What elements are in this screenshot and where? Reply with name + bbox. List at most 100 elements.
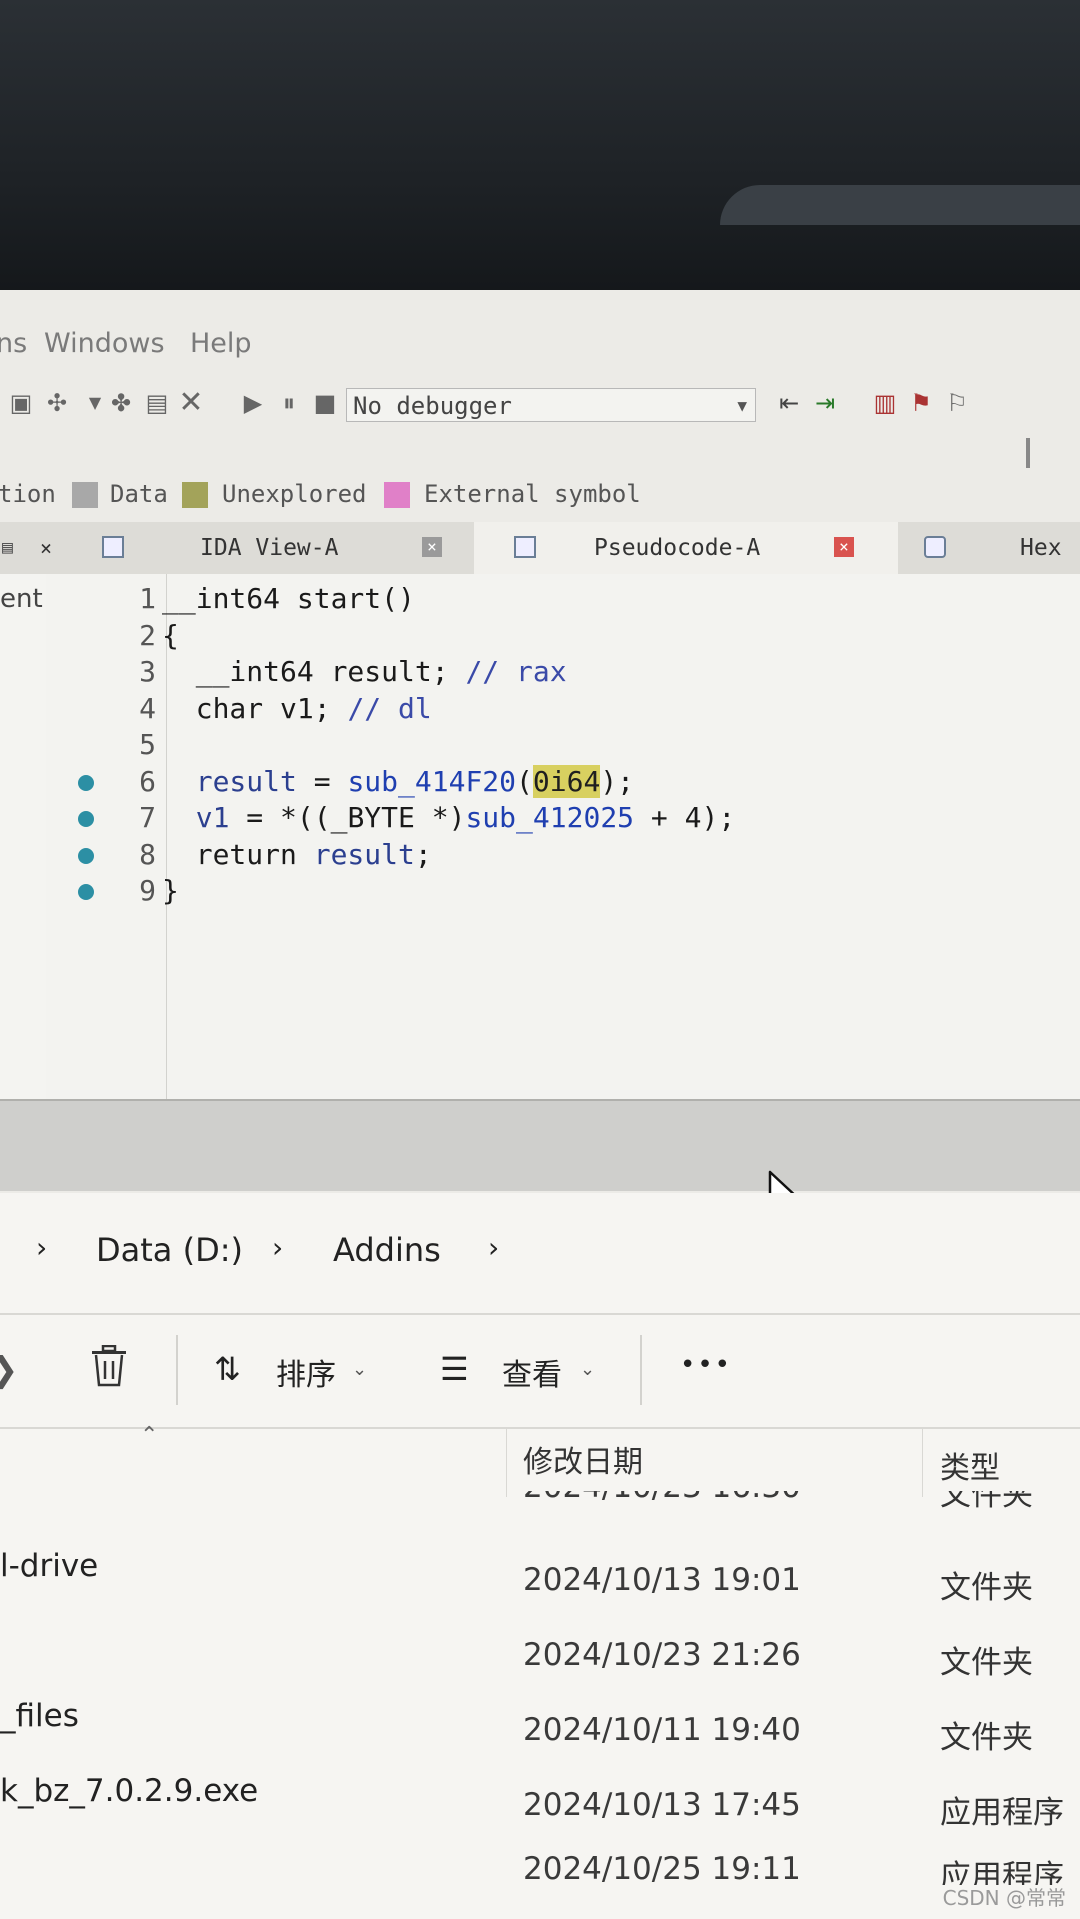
file-type: 文件夹 — [940, 1570, 1033, 1606]
tool-icon[interactable]: ✤ — [108, 390, 134, 416]
breakpoint-dot-icon[interactable] — [78, 847, 94, 864]
stop-icon[interactable]: ■ — [312, 390, 338, 416]
chevron-right-icon[interactable]: › — [36, 1231, 47, 1264]
file-name: l-drive — [0, 1548, 99, 1584]
monitor-bezel — [0, 0, 1080, 300]
tool-icon[interactable]: ⚑ — [908, 390, 934, 416]
file-row[interactable]: l-drive 2024/10/13 19:01 文件夹 — [0, 1546, 1080, 1620]
code-text[interactable]: result = sub_414F20(0i64); — [162, 764, 634, 798]
view-button-label[interactable]: 查看 — [502, 1350, 562, 1394]
modified-date: 2024/10/13 17:45 — [523, 1787, 801, 1823]
watermark: CSDN @常常 — [942, 1886, 1066, 1910]
file-type: 文件夹 — [940, 1720, 1033, 1756]
file-row[interactable]: _files 2024/10/11 19:40 文件夹 — [0, 1696, 1080, 1770]
sort-button-label[interactable]: 排序 — [276, 1350, 336, 1394]
code-token: = — [296, 764, 348, 798]
column-separator[interactable] — [922, 1427, 923, 1497]
code-line[interactable]: 9} — [46, 874, 1080, 910]
view-list-icon[interactable]: ☰ — [440, 1350, 469, 1388]
tool-icon[interactable]: ✣ — [44, 390, 70, 416]
code-text[interactable]: v1 = *((_BYTE *)sub_412025 + 4); — [162, 801, 735, 834]
pause-icon[interactable]: ⏸ — [276, 390, 302, 416]
line-number: 7 — [139, 801, 156, 834]
modified-date: 2024/10/23 16:30 — [523, 1491, 801, 1505]
functions-pane: ent — [0, 574, 48, 1099]
legend-label: tion — [0, 480, 56, 508]
file-row[interactable]: 2024/10/25 19:11 应用程序 — [0, 1845, 1080, 1885]
code-line[interactable]: 5 — [46, 728, 1080, 764]
breadcrumb-item-data-d[interactable]: Data (D:) — [96, 1231, 243, 1269]
code-text[interactable]: __int64 start() — [162, 582, 415, 615]
close-icon[interactable]: × — [422, 537, 442, 557]
bezel-ridge — [720, 185, 1080, 225]
chevron-down-icon[interactable]: ⌄ — [352, 1359, 367, 1380]
share-icon[interactable]: ❯ — [0, 1350, 19, 1390]
code-token: ; — [414, 837, 432, 871]
menu-item-help[interactable]: Help — [190, 328, 252, 359]
tool-icon[interactable]: ▥ — [872, 390, 898, 416]
column-header: ⌃ 修改日期 类型 — [0, 1423, 1080, 1497]
code-line[interactable]: 1 __int64 start() — [46, 582, 1080, 618]
legend-label: Unexplored — [222, 480, 367, 508]
file-row[interactable]: 2024/10/23 21:26 文件夹 — [0, 1621, 1080, 1695]
dropdown-arrow-icon[interactable]: ▼ — [82, 390, 108, 416]
code-token: // rax — [465, 655, 567, 688]
tool-icon[interactable]: ⇤ — [776, 390, 802, 416]
debugger-select[interactable]: No debugger ▼ — [346, 388, 756, 422]
breakpoint-dot-icon[interactable] — [78, 811, 94, 827]
close-icon[interactable]: ✕ — [178, 388, 204, 418]
toolbar-separator — [640, 1335, 642, 1405]
toolbar-grip — [1026, 438, 1030, 468]
code-token: + 4); — [634, 801, 736, 834]
close-icon[interactable]: × — [834, 537, 854, 557]
tab-ida-view-a[interactable]: IDA View-A × — [72, 522, 472, 574]
delete-icon[interactable] — [90, 1344, 128, 1395]
more-options-icon[interactable]: ••• — [680, 1350, 732, 1380]
chevron-down-icon[interactable]: ⌄ — [580, 1359, 595, 1380]
color-legend: tion Data Unexplored External symbol — [0, 476, 1080, 516]
breakpoint-dot-icon[interactable] — [78, 884, 94, 900]
play-icon[interactable]: ▶ — [240, 390, 266, 416]
code-line[interactable]: 7 v1 = *((_BYTE *)sub_412025 + 4); — [46, 801, 1080, 837]
file-row[interactable]: k_bz_7.0.2.9.exe 2024/10/13 17:45 应用程序 — [0, 1771, 1080, 1845]
code-token: = *((_BYTE *) — [229, 801, 466, 834]
close-icon[interactable]: × — [40, 522, 52, 574]
chevron-right-icon[interactable]: › — [272, 1231, 283, 1264]
tool-icon[interactable]: ▤ — [144, 390, 170, 416]
tool-icon[interactable]: ⚐ — [944, 390, 970, 416]
tab-hex[interactable]: Hex — [900, 522, 1080, 574]
pane-splitter[interactable] — [0, 1099, 1080, 1191]
tab-pseudocode-a[interactable]: Pseudocode-A × — [474, 522, 898, 574]
code-text[interactable]: { — [162, 619, 179, 652]
code-text[interactable]: char v1; // dl — [162, 692, 432, 725]
sort-icon[interactable]: ⇅ — [214, 1350, 241, 1388]
modified-date: 2024/10/23 21:26 — [523, 1637, 801, 1673]
line-number: 1 — [139, 582, 156, 615]
code-text[interactable]: return result; — [162, 838, 432, 871]
modified-date: 2024/10/25 19:11 — [523, 1851, 801, 1885]
tool-icon[interactable]: ▣ — [8, 390, 34, 416]
line-number: 5 — [139, 728, 156, 761]
pseudocode-view[interactable]: 1 __int64 start() 2{3 __int64 result; // r… — [46, 574, 1080, 1099]
tool-icon[interactable]: ⇥ — [812, 390, 838, 416]
file-row[interactable]: 2024/10/23 16:30 文件夹 — [0, 1491, 1080, 1521]
chevron-right-icon[interactable]: › — [488, 1231, 499, 1264]
breakpoint-dot-icon[interactable] — [78, 774, 94, 791]
debugger-select-value: No debugger — [353, 392, 512, 420]
hex-view-icon — [924, 536, 946, 558]
menu-item-options[interactable]: ns — [0, 328, 27, 359]
breadcrumb-item-addins[interactable]: Addins — [333, 1231, 441, 1269]
code-line[interactable]: 8 return result; — [46, 838, 1080, 874]
code-line[interactable]: 6 result = sub_414F20(0i64); — [46, 764, 1080, 801]
column-header-type[interactable]: 类型 — [940, 1443, 1000, 1487]
tab-functions[interactable]: ▤ × — [0, 522, 70, 574]
sort-up-icon[interactable]: ⌃ — [140, 1423, 158, 1448]
code-line[interactable]: 4 char v1; // dl — [46, 692, 1080, 728]
code-text[interactable]: __int64 result; // rax — [162, 655, 567, 688]
column-separator[interactable] — [506, 1427, 507, 1497]
code-line[interactable]: 3 __int64 result; // rax — [46, 655, 1080, 691]
column-header-date[interactable]: 修改日期 — [523, 1437, 643, 1481]
menu-item-windows[interactable]: Windows — [44, 328, 165, 359]
code-line[interactable]: 2{ — [46, 619, 1080, 655]
code-text[interactable]: } — [162, 874, 179, 907]
